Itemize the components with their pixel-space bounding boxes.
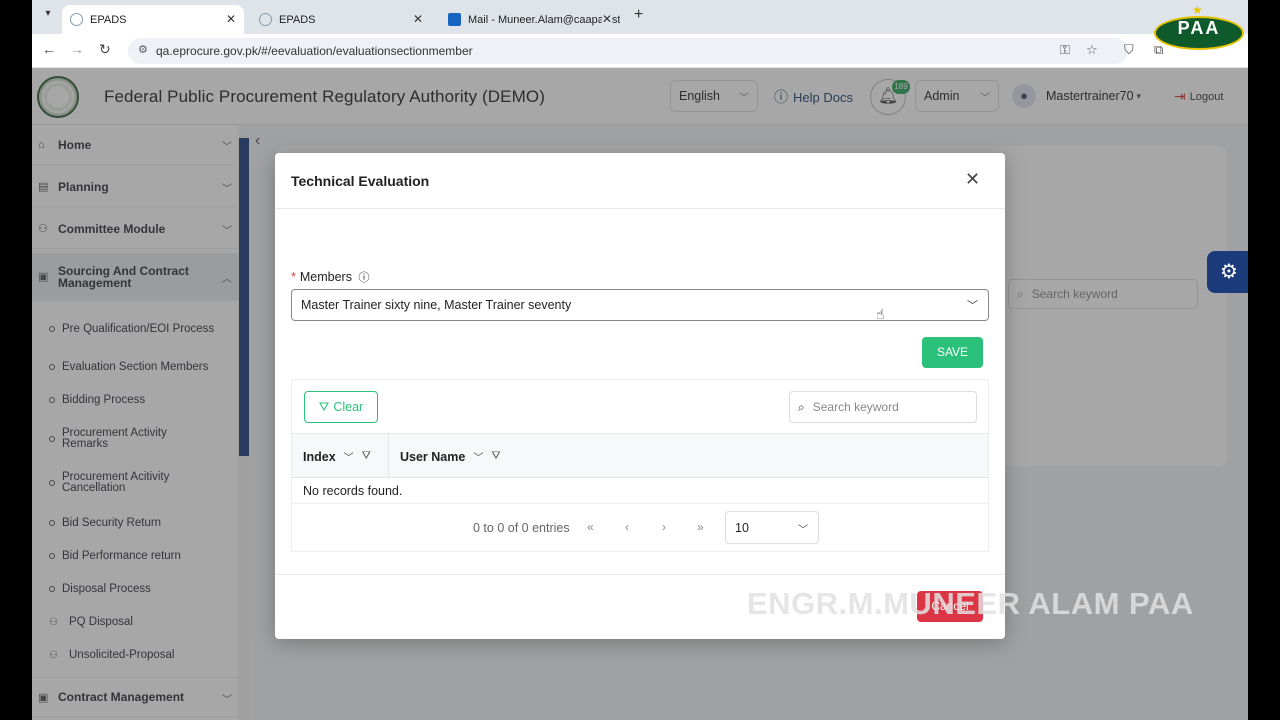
mouse-cursor-icon: ☝ [876,306,885,322]
tab-title: Mail - Muneer.Alam@caapakist [468,13,620,26]
tab-epads-active[interactable]: EPADS ✕ [62,5,244,34]
back-icon[interactable]: ← [42,41,56,57]
tab-bar: ▾ EPADS ✕ EPADS ✕ Mail - Muneer.Alam@caa… [32,0,1248,34]
tab-search-icon[interactable]: ▾ [38,8,58,26]
column-label: User Name [400,449,466,464]
logo-text: PAA [1177,18,1221,38]
address-bar: ← → ↻ ⚙ qa.eprocure.gov.pk/#/eevaluation… [32,34,1248,68]
pager-info: 0 to 0 of 0 entries [473,521,570,535]
paa-logo: ★ PAA [1154,3,1244,50]
divider [275,574,1005,575]
chevron-down-icon: ﹀ [798,525,808,536]
bookmark-star-icon[interactable]: ☆ [1086,42,1098,58]
browser-window: ▾ EPADS ✕ EPADS ✕ Mail - Muneer.Alam@caa… [32,0,1248,720]
dialog-title: Technical Evaluation [291,173,430,189]
close-tab-icon[interactable]: ✕ [413,12,423,26]
column-user-name[interactable]: User Name ﹀ ⛛ [400,449,501,465]
new-tab-icon[interactable]: + [634,6,643,24]
divider [275,208,1005,209]
table-header: Index ﹀ ⛛ User Name ﹀ ⛛ [292,433,988,479]
sort-chevron-icon[interactable]: ﹀ [344,449,354,464]
column-label: Index [303,449,336,464]
members-label-text: Members [299,270,352,284]
filter-icon[interactable]: ⛛ [362,450,371,463]
site-icon [259,13,272,26]
forward-icon[interactable]: → [70,41,84,57]
sort-chevron-icon[interactable]: ﹀ [473,449,483,464]
empty-message: No records found. [303,484,403,498]
outlook-icon [448,13,461,26]
site-icon [70,13,83,26]
first-page-icon[interactable]: « [587,520,594,534]
screen-border [1248,0,1280,720]
tab-title: EPADS [90,13,127,26]
page-size-select[interactable]: 10 ﹀ [725,511,819,544]
search-icon: ⌕ [798,399,805,414]
tab-mail[interactable]: Mail - Muneer.Alam@caapakist ✕ [440,5,620,34]
paginator: 0 to 0 of 0 entries « ‹ › » 10 ﹀ [292,511,988,545]
watermark: ENGR.M.MUNEER ALAM PAA [747,586,1194,621]
column-divider [388,434,389,479]
tab-epads[interactable]: EPADS ✕ [251,5,431,34]
column-index[interactable]: Index ﹀ ⛛ [303,449,371,465]
url-text: qa.eprocure.gov.pk/#/eevaluation/evaluat… [156,44,473,58]
prev-page-icon[interactable]: ‹ [625,520,629,534]
site-info-icon[interactable]: ⚙ [138,43,148,56]
filter-clear-icon: ⛛ [318,399,330,414]
members-selected-value: Master Trainer sixty nine, Master Traine… [301,298,572,312]
info-icon[interactable]: ⓘ [358,272,369,284]
clear-label: Clear [333,400,364,414]
members-table: ⛛ Clear ⌕ Search keyword Index ﹀ ⛛ User … [291,379,989,552]
close-tab-icon[interactable]: ✕ [226,12,236,26]
url-field[interactable]: ⚙ qa.eprocure.gov.pk/#/eevaluation/evalu… [128,38,1128,64]
shield-extension-icon[interactable]: ⛉ [1124,42,1134,58]
key-icon[interactable]: ⚿ [1060,42,1070,58]
reload-icon[interactable]: ↻ [99,41,111,58]
chevron-down-icon: ﹀ [967,300,978,312]
page-size-value: 10 [735,521,749,535]
search-placeholder: Search keyword [812,400,899,414]
next-page-icon[interactable]: › [662,520,666,534]
save-button[interactable]: SAVE [922,337,983,368]
tab-title: EPADS [279,13,316,26]
clear-filter-button[interactable]: ⛛ Clear [304,391,378,423]
members-label: * Members ⓘ [291,269,369,285]
close-tab-icon[interactable]: ✕ [601,12,612,26]
technical-evaluation-dialog: Technical Evaluation ✕ * Members ⓘ Master… [275,153,1005,639]
table-search-input[interactable]: ⌕ Search keyword [789,391,977,423]
required-marker: * [291,270,296,284]
last-page-icon[interactable]: » [697,520,704,534]
close-icon[interactable]: ✕ [965,169,980,190]
star-icon: ★ [1192,3,1203,17]
filter-icon[interactable]: ⛛ [491,450,500,463]
divider [292,503,988,504]
settings-gear-icon[interactable]: ⚙ [1207,251,1248,293]
